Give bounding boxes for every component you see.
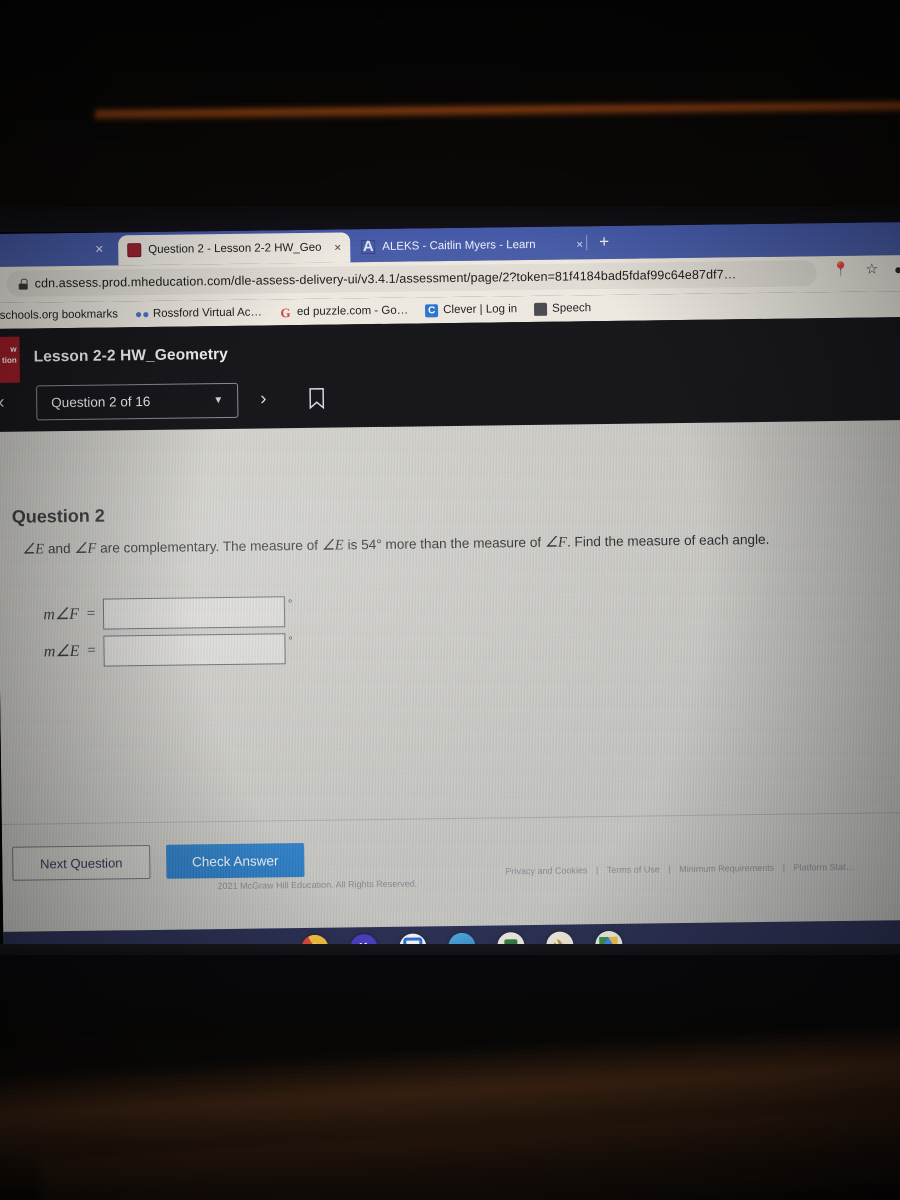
- question-selector-label: Question 2 of 16: [51, 393, 151, 411]
- google-g-icon: G: [280, 304, 291, 320]
- location-pin-icon[interactable]: 📍: [832, 261, 850, 278]
- answer-label-me: m∠E: [43, 642, 80, 661]
- tab-divider: [586, 235, 588, 251]
- footer-separator-3: |: [782, 862, 786, 873]
- bookmark-item-rossford[interactable]: ●● Rossford Virtual Ac…: [134, 306, 263, 321]
- question-heading: Question 2: [11, 505, 105, 527]
- next-question-button[interactable]: ›: [260, 387, 267, 411]
- browser-tab-aleks[interactable]: A ALEKS - Caitlin Myers - Learn ×: [352, 229, 592, 262]
- photo-of-laptop-screen: × Question 2 - Lesson 2-2 HW_Geo × A ALE…: [0, 0, 900, 1200]
- folder-icon: [534, 302, 548, 316]
- aleks-a-icon: A: [362, 238, 374, 256]
- laptop-screen: × Question 2 - Lesson 2-2 HW_Geo × A ALE…: [0, 222, 900, 960]
- answer-input-me[interactable]: [103, 632, 286, 667]
- bookmark-item-edpuzzle[interactable]: G ed puzzle.com - Go…: [279, 304, 409, 320]
- address-bar[interactable]: cdn.assess.prod.mheducation.com/dle-asse…: [6, 260, 817, 297]
- footer-link-requirements[interactable]: Minimum Requirements: [679, 863, 774, 874]
- bookmark-label: Speech: [552, 302, 592, 315]
- equals-sign: =: [87, 642, 96, 659]
- url-text: cdn.assess.prod.mheducation.com/dle-asse…: [34, 267, 737, 291]
- answer-fields: m∠F = ° m∠E = °: [27, 593, 293, 670]
- logo-line-2: tion: [1, 355, 17, 365]
- assessment-header: w tion Lesson 2-2 HW_Geometry ‹ Question…: [0, 316, 900, 432]
- angle-e-symbol-2: ∠E: [321, 537, 344, 554]
- angle-e-symbol: ∠E: [22, 541, 45, 558]
- dark-room-background-top: [0, 0, 900, 232]
- close-icon[interactable]: ×: [334, 240, 341, 254]
- degree-symbol: °: [288, 635, 293, 648]
- bookmark-label: Rossford Virtual Ac…: [152, 306, 263, 320]
- chevron-down-icon: ▼: [213, 395, 224, 407]
- question-content-area: Question 2 ∠E and ∠F are complementary. …: [0, 419, 900, 960]
- copyright-text: 2021 McGraw Hill Education. All Rights R…: [217, 878, 418, 892]
- bookmark-item-speech[interactable]: Speech: [534, 302, 591, 316]
- answer-label-mf: m∠F: [43, 605, 80, 624]
- degree-symbol: °: [287, 598, 293, 611]
- footer-links: Privacy and Cookies | Terms of Use | Min…: [502, 862, 857, 877]
- browser-tab-active[interactable]: Question 2 - Lesson 2-2 HW_Geo ×: [118, 232, 351, 266]
- bookmark-label: lschools.org bookmarks: [0, 308, 118, 322]
- lock-icon: [19, 278, 28, 289]
- prompt-text-2: are complementary. The measure of: [96, 537, 322, 556]
- footer-link-terms[interactable]: Terms of Use: [607, 864, 660, 875]
- mheducation-favicon: [127, 243, 142, 258]
- clever-icon: C: [425, 303, 439, 317]
- people-icon: ●●: [134, 306, 150, 321]
- prompt-text-3: is 54° more than the measure of: [343, 534, 546, 553]
- offscreen-tab-close-icon[interactable]: ×: [90, 240, 108, 258]
- question-prompt: ∠E and ∠F are complementary. The measure…: [22, 528, 882, 560]
- angle-f-symbol-2: ∠F: [544, 534, 568, 551]
- tab-title: Question 2 - Lesson 2-2 HW_Geo: [148, 241, 322, 256]
- bookmark-label: ed puzzle.com - Go…: [296, 304, 409, 319]
- star-bookmark-icon[interactable]: ☆: [865, 260, 878, 277]
- lesson-title: Lesson 2-2 HW_Geometry: [33, 345, 229, 366]
- new-tab-button[interactable]: +: [594, 232, 614, 252]
- tab-title: ALEKS - Caitlin Myers - Learn: [382, 238, 536, 253]
- ambient-light-streak: [94, 98, 900, 122]
- prompt-text-1: and: [44, 540, 75, 557]
- bookmark-flag-icon[interactable]: [308, 387, 325, 410]
- bookmark-item-lschools[interactable]: lschools.org bookmarks: [0, 308, 118, 322]
- footer-separator-1: |: [595, 865, 599, 876]
- profile-avatar-icon[interactable]: ●: [894, 261, 900, 277]
- close-icon[interactable]: ×: [576, 237, 583, 251]
- mcgraw-hill-logo: w tion: [0, 336, 20, 384]
- bookmark-item-clever[interactable]: C Clever | Log in: [425, 303, 517, 317]
- footer-separator-2: |: [668, 864, 671, 875]
- prompt-text-4: . Find the measure of each angle.: [566, 531, 770, 550]
- logo-line-1: w: [10, 344, 17, 354]
- answer-row-f: m∠F = °: [27, 593, 293, 632]
- toolbar-icons: 📍 ☆ ●: [832, 260, 900, 278]
- question-selector-dropdown[interactable]: Question 2 of 16 ▼: [36, 382, 239, 421]
- footer-link-platform-status[interactable]: Platform Stat…: [794, 862, 855, 873]
- answer-input-mf[interactable]: [102, 595, 286, 630]
- previous-question-button[interactable]: ‹: [0, 391, 5, 415]
- footer-link-privacy[interactable]: Privacy and Cookies: [505, 865, 587, 876]
- content-divider: [1, 811, 900, 825]
- answer-row-e: m∠E = °: [27, 630, 293, 669]
- angle-f-symbol: ∠F: [74, 540, 97, 557]
- equals-sign: =: [86, 605, 96, 622]
- bookmark-label: Clever | Log in: [443, 303, 518, 317]
